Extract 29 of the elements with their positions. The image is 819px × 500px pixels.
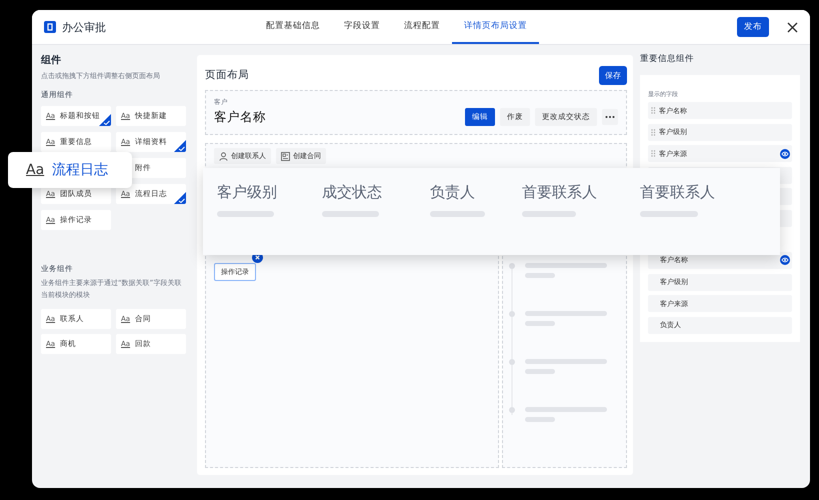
- tab[interactable]: 配置基础信息: [254, 10, 332, 44]
- section-title: 页面布局: [205, 68, 249, 82]
- tab[interactable]: 流程配置: [392, 10, 452, 44]
- field-label: 首要联系人: [640, 183, 715, 202]
- text-icon: Aa: [26, 162, 44, 178]
- close-icon[interactable]: [787, 22, 798, 32]
- drag-handle-icon[interactable]: [651, 150, 656, 158]
- record-name: 客户名称: [214, 109, 266, 126]
- field-label: 首要联系人: [522, 183, 597, 202]
- field-label: 成交状态: [322, 183, 382, 202]
- drag-preview-tooltip[interactable]: Aa 流程日志: [8, 152, 132, 188]
- publish-button[interactable]: 发布: [737, 17, 769, 37]
- tab[interactable]: 详情页布局设置: [452, 10, 539, 44]
- panel-title: 组件: [41, 54, 62, 67]
- document-icon: [281, 152, 290, 160]
- dragged-component-label: 流程日志: [52, 161, 108, 179]
- more-icon[interactable]: [602, 109, 618, 125]
- app-title: 办公审批: [62, 20, 106, 34]
- app-logo-icon: [44, 21, 56, 33]
- tab[interactable]: 字段设置: [332, 10, 392, 44]
- field-label: 客户级别: [217, 183, 277, 202]
- save-button[interactable]: 保存: [599, 66, 627, 84]
- eye-icon[interactable]: [780, 255, 790, 266]
- drag-handle-icon[interactable]: [651, 107, 656, 114]
- person-icon: [219, 152, 228, 160]
- eye-icon[interactable]: [780, 148, 790, 159]
- panel-title: 重要信息组件: [640, 53, 695, 65]
- field-label: 负责人: [430, 183, 476, 202]
- drag-handle-icon[interactable]: [651, 128, 656, 136]
